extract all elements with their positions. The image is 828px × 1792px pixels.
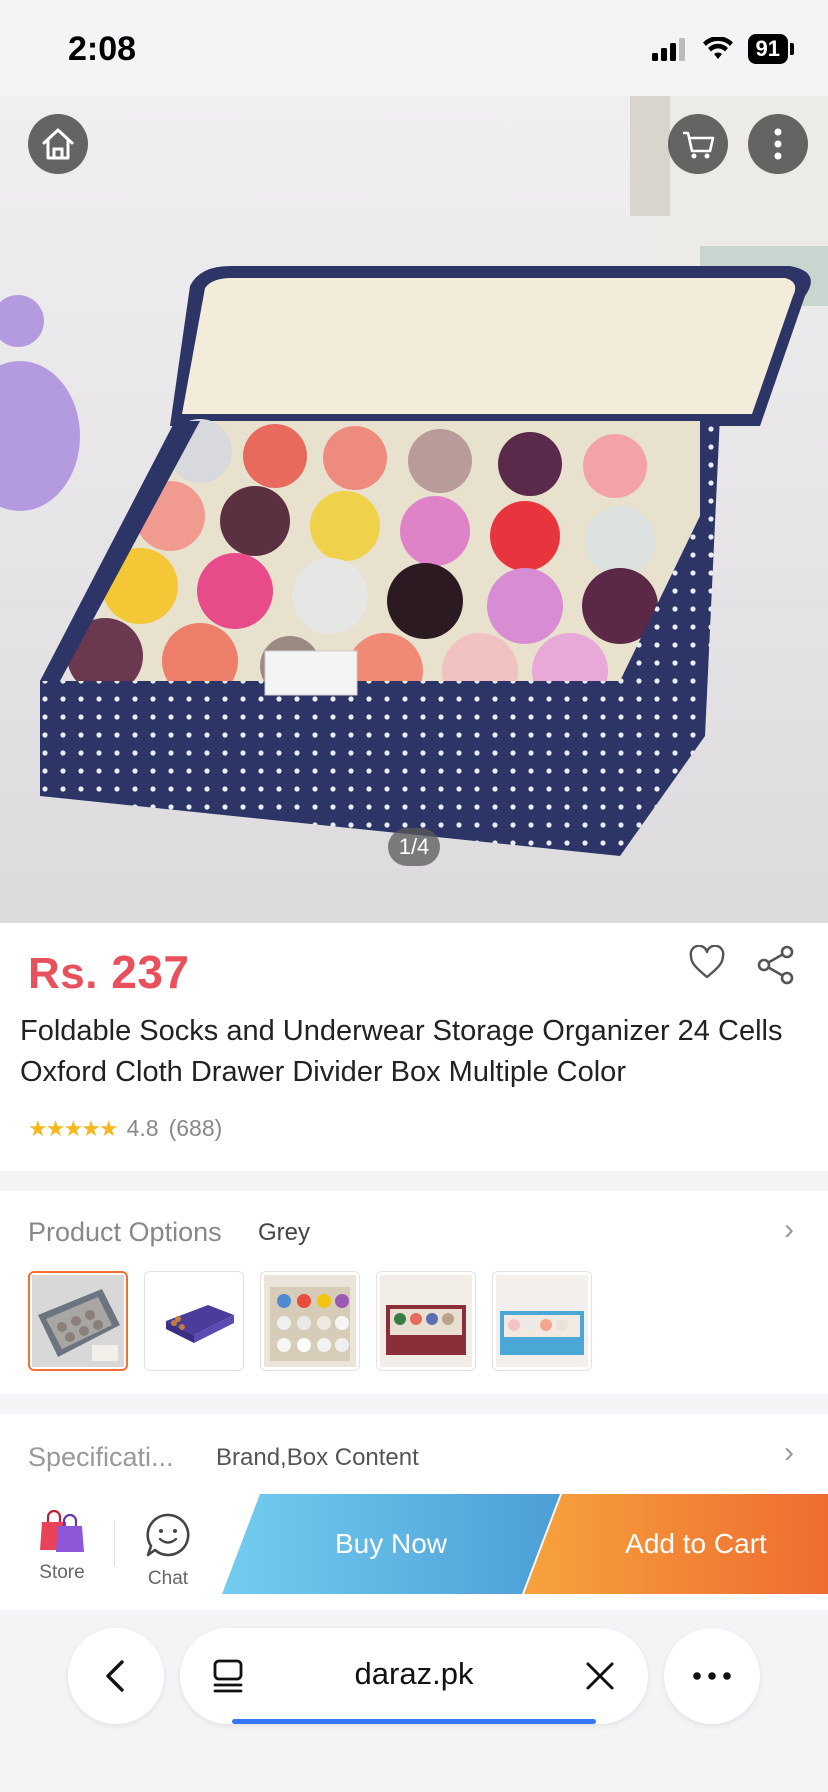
product-image-gallery[interactable]: 1/4	[0, 96, 828, 923]
product-title: Foldable Socks and Underwear Storage Org…	[20, 1015, 783, 1088]
specifications-label: Specificati...	[28, 1442, 174, 1472]
store-button[interactable]: Store	[32, 1506, 92, 1584]
option-thumbnails	[28, 1271, 592, 1371]
battery-indicator: 91	[747, 34, 788, 64]
page-load-progress	[232, 1719, 596, 1724]
image-counter: 1/4	[388, 828, 440, 866]
option-thumbnail-beige[interactable]	[260, 1271, 360, 1371]
option-thumbnail-grey[interactable]	[28, 1271, 128, 1371]
specifications-value: Brand,Box Content	[216, 1444, 419, 1471]
product-photo	[0, 96, 828, 856]
share-icon	[757, 945, 794, 985]
chat-label: Chat	[147, 1568, 189, 1589]
cart-icon	[683, 131, 715, 159]
chevron-left-icon	[106, 1660, 124, 1692]
close-icon[interactable]	[584, 1660, 616, 1692]
thumbnail-image	[380, 1275, 472, 1367]
status-time: 2:08	[68, 30, 137, 68]
specifications-chevron-icon: ›	[784, 1436, 794, 1469]
option-thumbnail-red[interactable]	[376, 1271, 476, 1371]
wifi-icon	[702, 37, 733, 59]
signal-icon	[651, 38, 685, 61]
chat-button[interactable]: Chat	[140, 1512, 196, 1590]
home-icon	[42, 128, 74, 160]
share-button[interactable]	[756, 945, 796, 990]
product-price: Rs. 237	[28, 945, 190, 999]
more-options-button[interactable]	[748, 114, 808, 174]
product-rating[interactable]: ★★★★★ 4.8 (688)	[28, 1115, 222, 1142]
status-bar: 2:08 91	[0, 0, 828, 96]
action-divider	[114, 1520, 115, 1566]
thumbnail-image	[264, 1275, 356, 1367]
buy-now-button[interactable]: Buy Now	[222, 1494, 560, 1594]
thumbnail-image	[496, 1275, 588, 1367]
product-info: Rs. 237 Foldable Socks and Underwear Sto…	[0, 923, 828, 1171]
option-thumbnail-purple[interactable]	[144, 1271, 244, 1371]
thumbnail-image	[148, 1275, 240, 1367]
rating-stars-icon: ★★★★★	[28, 1115, 119, 1141]
url-text: daraz.pk	[354, 1656, 474, 1691]
vertical-dots-icon	[774, 128, 782, 160]
option-thumbnail-blue[interactable]	[492, 1271, 592, 1371]
price-currency: Rs.	[28, 949, 98, 998]
product-options-section[interactable]: Product Options Grey ›	[0, 1191, 828, 1394]
address-bar[interactable]: daraz.pk	[180, 1628, 648, 1724]
wishlist-button[interactable]	[688, 944, 726, 986]
browser-more-button[interactable]	[664, 1628, 760, 1724]
horizontal-dots-icon	[693, 1672, 731, 1680]
specifications-row[interactable]: Specificati... Brand,Box Content ›	[0, 1414, 828, 1494]
options-chevron-icon: ›	[784, 1213, 794, 1246]
shopping-bags-icon	[40, 1509, 84, 1552]
thumbnail-image	[32, 1275, 124, 1367]
review-count: (688)	[168, 1115, 223, 1141]
status-icons: 91	[651, 34, 794, 64]
home-button[interactable]	[28, 114, 88, 174]
browser-toolbar: daraz.pk	[0, 1610, 828, 1792]
price-value: 237	[111, 946, 190, 998]
selected-option-value: Grey	[258, 1219, 311, 1246]
rating-score: 4.8	[126, 1115, 159, 1141]
cart-button[interactable]	[668, 114, 728, 174]
bottom-action-bar: Store Chat Buy Now Add to Cart	[0, 1494, 828, 1610]
heart-icon	[689, 944, 725, 979]
chat-icon	[146, 1513, 190, 1557]
browser-back-button[interactable]	[68, 1628, 164, 1724]
battery-tip	[790, 43, 794, 55]
store-label: Store	[39, 1562, 85, 1583]
product-options-label: Product Options	[28, 1217, 222, 1247]
add-to-cart-button[interactable]: Add to Cart	[524, 1494, 828, 1594]
